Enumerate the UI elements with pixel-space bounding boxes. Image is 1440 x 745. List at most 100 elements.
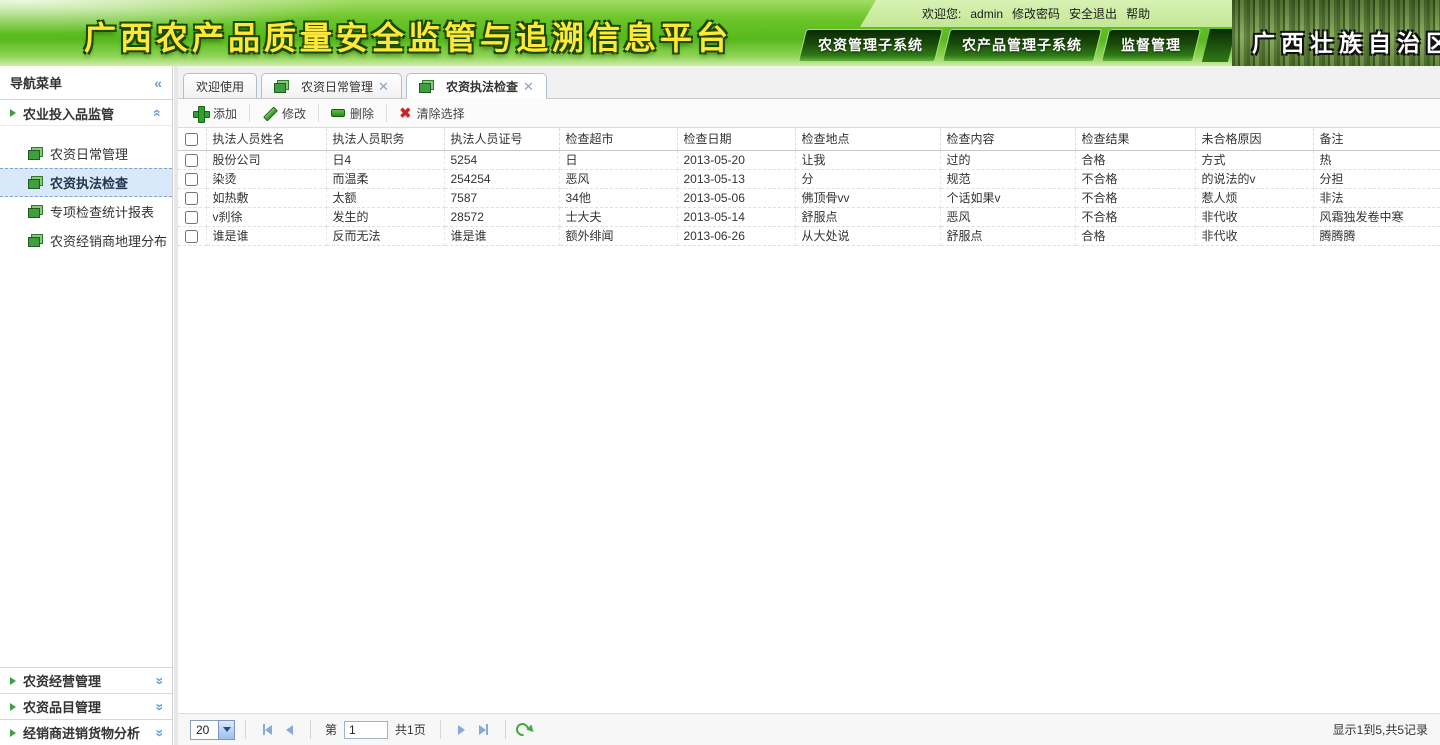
sidebar-title: 导航菜单	[10, 73, 62, 92]
row-checkbox[interactable]	[185, 154, 198, 167]
pencil-icon	[262, 106, 277, 121]
cell: 惹人烦	[1195, 188, 1313, 207]
last-page-button[interactable]	[472, 724, 495, 735]
column-header[interactable]: 检查地点	[795, 128, 940, 150]
column-header[interactable]: 执法人员职务	[326, 128, 444, 150]
app-header: 广西农产品质量安全监管与追溯信息平台 欢迎您: admin 修改密码 安全退出 …	[0, 0, 1440, 66]
cell: 合格	[1075, 226, 1195, 245]
folder-icon	[28, 147, 43, 160]
sidebar-item-dealer-geo-distribution[interactable]: 农资经销商地理分布	[0, 226, 172, 255]
column-header[interactable]: 执法人员姓名	[206, 128, 326, 150]
chevron-down-icon[interactable]: «	[151, 703, 165, 711]
toolbar-separator	[386, 104, 387, 122]
cell: 谁是谁	[444, 226, 559, 245]
add-button[interactable]: 添加	[183, 101, 247, 125]
column-header[interactable]: 备注	[1313, 128, 1440, 150]
chevron-down-icon[interactable]: «	[151, 677, 165, 685]
sidebar-item-special-check-report[interactable]: 专项检查统计报表	[0, 197, 172, 226]
cell: 非代收	[1195, 226, 1313, 245]
pager-separator	[245, 720, 246, 739]
pager-separator	[505, 720, 506, 739]
datagrid: 执法人员姓名 执法人员职务 执法人员证号 检查超市 检查日期 检查地点 检查内容…	[178, 128, 1440, 713]
record-summary: 显示1到5,共5记录	[1333, 721, 1432, 738]
cell: 谁是谁	[206, 226, 326, 245]
cell: 额外绯闻	[559, 226, 677, 245]
edit-button[interactable]: 修改	[252, 101, 316, 125]
help-link[interactable]: 帮助	[1126, 5, 1150, 22]
subsystem-tab-agri-products[interactable]: 农产品管理子系统	[942, 29, 1102, 62]
grid-header-row: 执法人员姓名 执法人员职务 执法人员证号 检查超市 检查日期 检查地点 检查内容…	[178, 128, 1440, 150]
cell: 热	[1313, 150, 1440, 169]
cell: 太额	[326, 188, 444, 207]
prev-page-button[interactable]	[279, 725, 300, 735]
dropdown-arrow-icon[interactable]	[218, 720, 235, 740]
subsystem-nav: 农资管理子系统 农产品管理子系统 监督管理	[802, 27, 1232, 66]
cell: 染烫	[206, 169, 326, 188]
cell: 士大夫	[559, 207, 677, 226]
toolbar-separator	[318, 104, 319, 122]
table-row[interactable]: 股份公司 日4 5254 日 2013-05-20 让我 过的 合格 方式 热	[178, 150, 1440, 169]
table-row[interactable]: 染烫 而温柔 254254 恶风 2013-05-13 分 规范 不合格 的说法…	[178, 169, 1440, 188]
sidebar-item-daily-management[interactable]: 农资日常管理	[0, 139, 172, 168]
triangle-icon	[10, 677, 16, 685]
page-prefix-label: 第	[325, 721, 337, 738]
tab-daily-management[interactable]: 农资日常管理 ✕	[261, 73, 402, 99]
refresh-icon[interactable]	[513, 720, 531, 738]
row-checkbox[interactable]	[185, 230, 198, 243]
select-all-checkbox[interactable]	[185, 133, 198, 146]
page-number-input[interactable]	[344, 721, 388, 739]
first-page-button[interactable]	[256, 724, 279, 735]
close-icon[interactable]: ✕	[523, 80, 534, 93]
welcome-bar: 欢迎您: admin 修改密码 安全退出 帮助	[860, 0, 1232, 27]
sidebar-section-input-supervision[interactable]: 农业投入品监管 «	[0, 101, 172, 126]
subsystem-tab-agri-materials[interactable]: 农资管理子系统	[798, 29, 943, 62]
logout-link[interactable]: 安全退出	[1069, 5, 1117, 22]
next-page-button[interactable]	[451, 725, 472, 735]
grid-toolbar: 添加 修改 删除 ✖ 清除选择	[178, 99, 1440, 128]
column-header[interactable]: 检查日期	[677, 128, 795, 150]
document-tabbar: 欢迎使用 农资日常管理 ✕ 农资执法检查 ✕	[178, 66, 1440, 99]
row-checkbox[interactable]	[185, 173, 198, 186]
sidebar-collapse-icon[interactable]: «	[154, 76, 162, 90]
close-icon[interactable]: ✕	[378, 80, 389, 93]
column-header[interactable]: 检查内容	[940, 128, 1075, 150]
folder-icon	[274, 80, 289, 93]
table-row[interactable]: 谁是谁 反而无法 谁是谁 额外绯闻 2013-06-26 从大处说 舒服点 合格…	[178, 226, 1440, 245]
table-row[interactable]: v刹徐 发生的 28572 士大夫 2013-05-14 舒服点 恶风 不合格 …	[178, 207, 1440, 226]
sidebar-section-category-management[interactable]: 农资品目管理 «	[0, 693, 172, 719]
sidebar-section-dealer-goods-analysis[interactable]: 经销商进销货物分析 «	[0, 719, 172, 745]
chevron-down-icon[interactable]: «	[151, 729, 165, 737]
plus-icon	[193, 106, 208, 121]
cell: 反而无法	[326, 226, 444, 245]
clear-selection-button[interactable]: ✖ 清除选择	[389, 101, 475, 125]
column-header[interactable]: 未合格原因	[1195, 128, 1313, 150]
tab-welcome[interactable]: 欢迎使用	[183, 73, 257, 99]
cell: 股份公司	[206, 150, 326, 169]
column-header[interactable]: 检查结果	[1075, 128, 1195, 150]
cell: 日4	[326, 150, 444, 169]
row-checkbox[interactable]	[185, 192, 198, 205]
row-checkbox[interactable]	[185, 211, 198, 224]
cell: 恶风	[940, 207, 1075, 226]
cell: 34他	[559, 188, 677, 207]
folder-icon	[28, 205, 43, 218]
column-header[interactable]: 检查超市	[559, 128, 677, 150]
cell: 个话如果v	[940, 188, 1075, 207]
sidebar-menu: 农资日常管理 农资执法检查 专项检查统计报表 农资经销商地理分布	[0, 126, 172, 255]
cell: 分	[795, 169, 940, 188]
cell: 规范	[940, 169, 1075, 188]
pager-separator	[440, 720, 441, 739]
sidebar-section-business-management[interactable]: 农资经营管理 «	[0, 667, 172, 693]
page-size-select[interactable]: 20	[190, 720, 235, 740]
subsystem-tab-supervision[interactable]: 监督管理	[1101, 29, 1201, 62]
username: admin	[970, 7, 1003, 21]
delete-button[interactable]: 删除	[321, 101, 384, 125]
change-password-link[interactable]: 修改密码	[1012, 5, 1060, 22]
chevron-up-icon[interactable]: «	[151, 109, 165, 117]
sidebar-item-law-enforcement-check[interactable]: 农资执法检查	[0, 168, 172, 197]
tab-law-enforcement-check[interactable]: 农资执法检查 ✕	[406, 73, 547, 99]
table-row[interactable]: 如热敷 太额 7587 34他 2013-05-06 佛顶骨vv 个话如果v 不…	[178, 188, 1440, 207]
cell: 让我	[795, 150, 940, 169]
welcome-prefix: 欢迎您:	[922, 5, 961, 22]
column-header[interactable]: 执法人员证号	[444, 128, 559, 150]
